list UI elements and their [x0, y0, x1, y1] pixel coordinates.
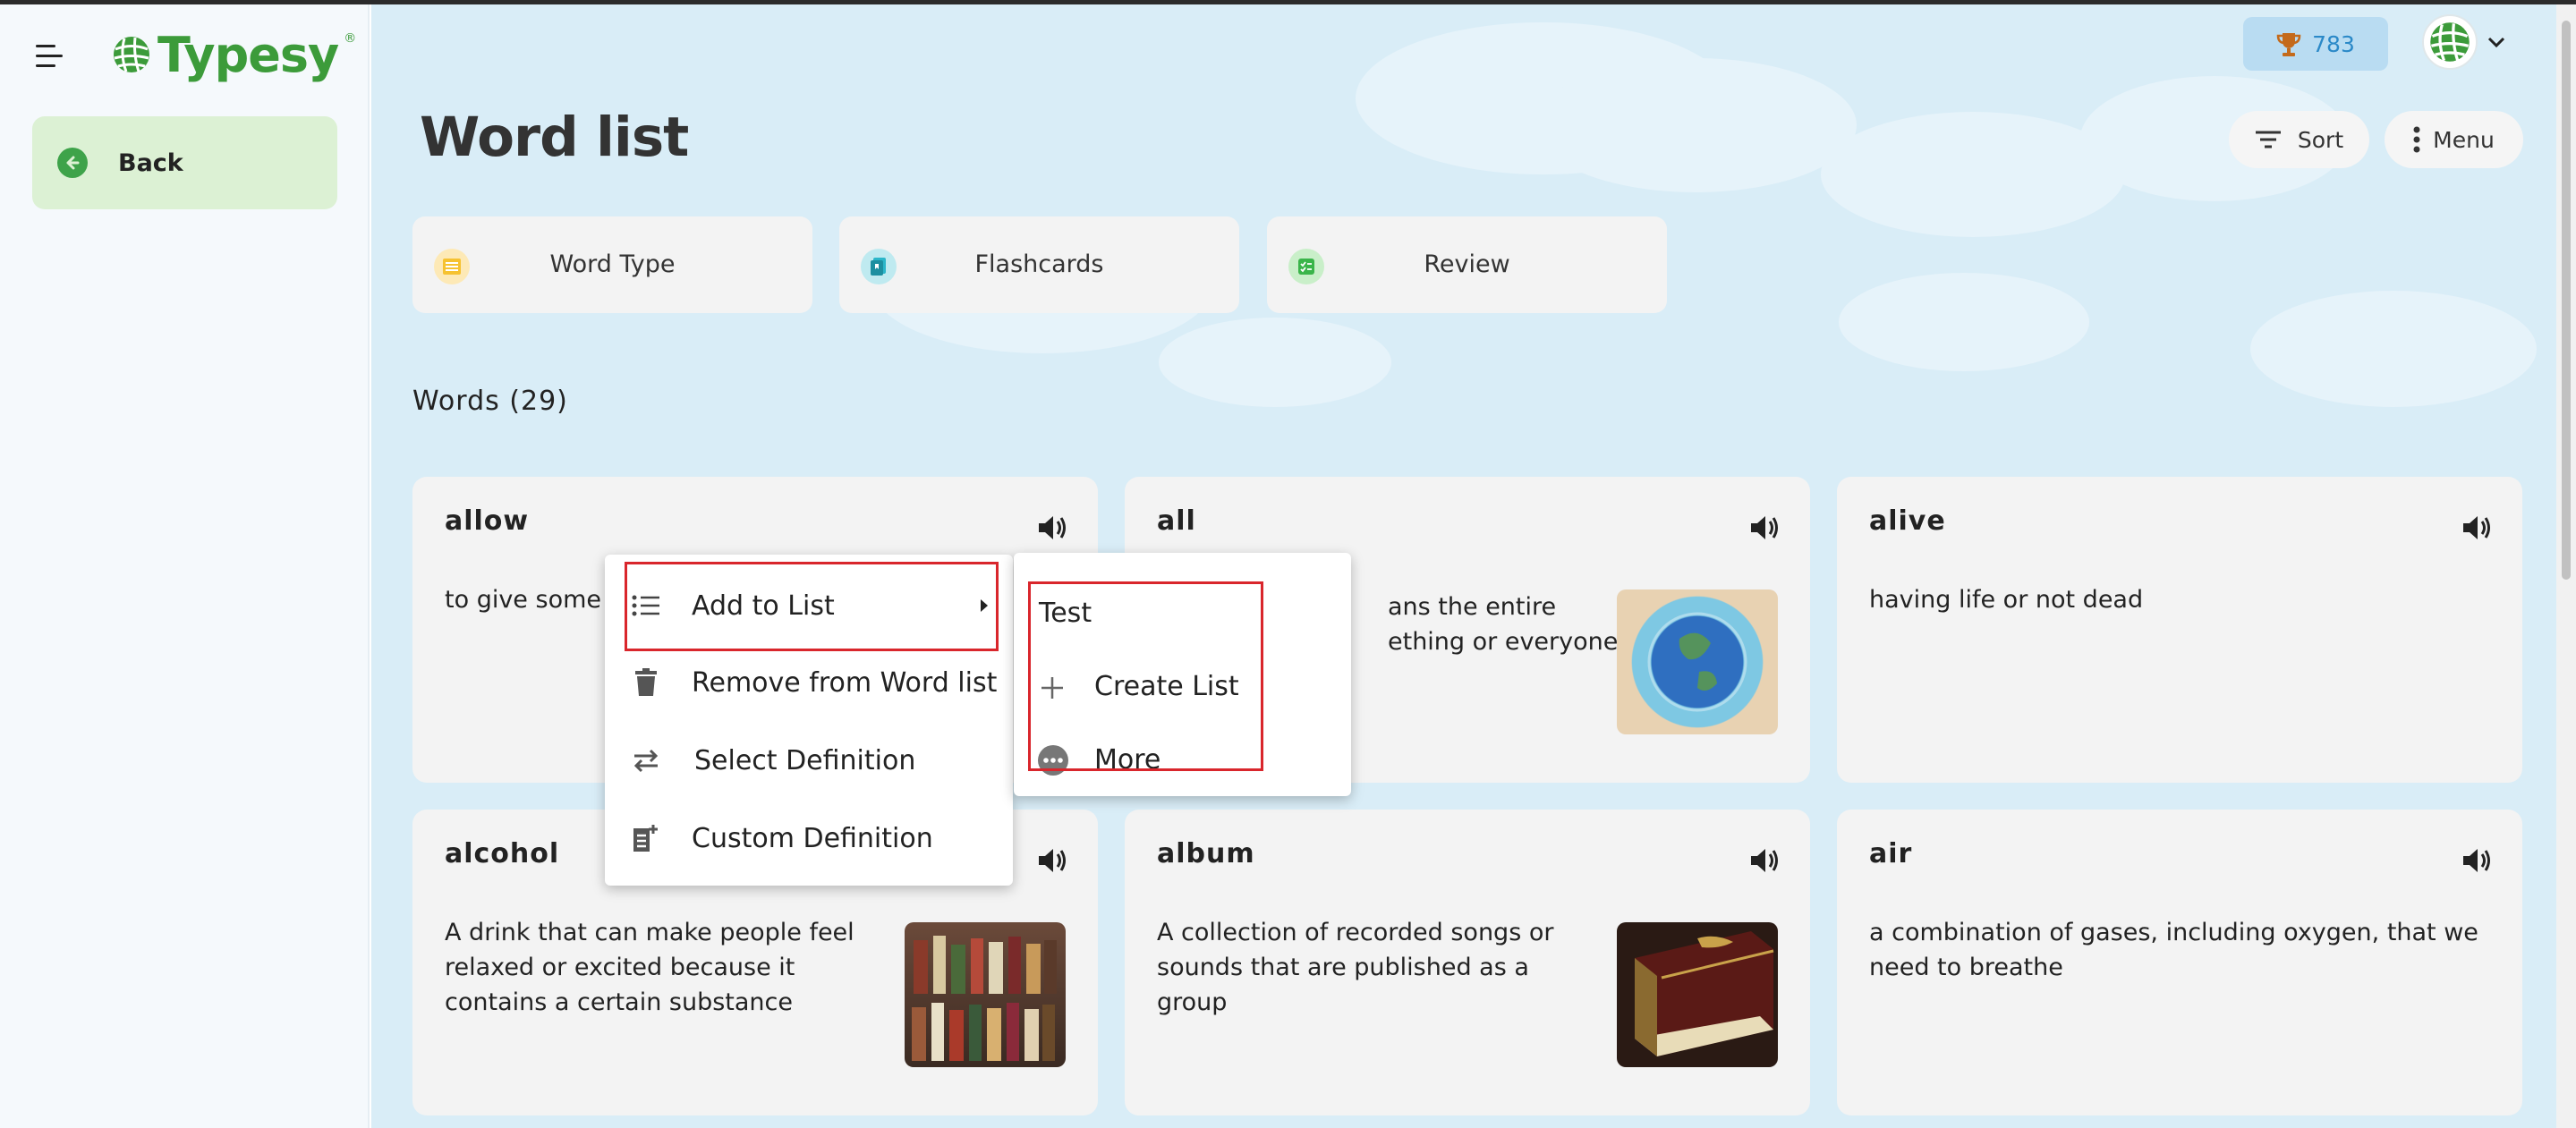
sidebar: Typesy ® Back: [0, 4, 370, 1128]
typesy-logo[interactable]: Typesy ®: [111, 26, 357, 83]
add-to-list-highlight: [625, 562, 999, 651]
background-cloud: [1535, 58, 1857, 192]
speaker-icon[interactable]: [1747, 844, 1781, 878]
sort-icon: [2255, 131, 2281, 148]
page-title: Word list: [420, 106, 689, 169]
hamburger-menu-icon[interactable]: [36, 45, 63, 68]
vertical-scrollbar[interactable]: [2556, 4, 2576, 1128]
remove-from-word-list-label: Remove from Word list: [692, 666, 998, 699]
logo-text: Typesy: [157, 26, 339, 83]
words-count-heading: Words (29): [412, 386, 568, 417]
word-type-label: Word Type: [549, 250, 676, 278]
speaker-icon[interactable]: [1747, 511, 1781, 545]
background-cloud: [2250, 291, 2537, 407]
speaker-icon[interactable]: [2460, 511, 2494, 545]
logo-registered-mark: ®: [344, 31, 357, 46]
card-word: allow: [445, 505, 530, 537]
card-definition: having life or not dead: [1869, 586, 2144, 614]
user-menu[interactable]: [2422, 14, 2506, 70]
trash-icon: [630, 666, 662, 699]
swap-icon: [630, 744, 662, 776]
back-arrow-icon: [57, 148, 88, 178]
avatar: [2422, 14, 2478, 70]
chevron-down-icon: [2487, 37, 2505, 48]
card-definition: A drink that can make people feel relaxe…: [445, 919, 854, 1016]
album-book-image: [1617, 922, 1778, 1067]
select-definition-menu-item[interactable]: Select Definition: [605, 725, 1013, 795]
card-definition-line: ething or everyone: [1388, 628, 1619, 656]
card-definition: a combination of gases, including oxygen…: [1869, 919, 2478, 981]
background-cloud: [1821, 112, 2125, 237]
speaker-icon[interactable]: [1035, 511, 1069, 545]
flashcards-label: Flashcards: [974, 250, 1104, 278]
review-label: Review: [1424, 250, 1510, 278]
card-definition-line: ans the entire: [1388, 593, 1557, 621]
sort-button[interactable]: Sort: [2229, 111, 2369, 168]
typesy-globe-icon: [2430, 22, 2470, 62]
speaker-icon[interactable]: [1035, 844, 1069, 878]
card-word: album: [1157, 838, 1255, 869]
card-word: air: [1869, 838, 1913, 869]
sort-label: Sort: [2297, 126, 2344, 153]
menu-button[interactable]: Menu: [2385, 111, 2523, 168]
card-word: alive: [1869, 505, 1946, 537]
word-type-tile[interactable]: Word Type: [412, 216, 812, 313]
flashcards-tile[interactable]: Flashcards: [839, 216, 1239, 313]
back-button[interactable]: Back: [32, 116, 337, 209]
card-definition: A collection of recorded songs or sounds…: [1157, 919, 1554, 1016]
speaker-icon[interactable]: [2460, 844, 2494, 878]
background-cloud: [1159, 318, 1391, 407]
background-cloud: [1839, 273, 2089, 371]
scrollbar-thumb[interactable]: [2562, 21, 2571, 580]
typesy-globe-icon: [114, 37, 149, 72]
custom-definition-menu-item[interactable]: Custom Definition: [605, 803, 1013, 873]
custom-definition-label: Custom Definition: [692, 822, 933, 854]
points-badge[interactable]: 783: [2243, 17, 2388, 71]
earth-image: [1617, 589, 1778, 734]
custom-definition-icon: [630, 822, 662, 854]
card-word: all: [1157, 505, 1196, 537]
menu-label: Menu: [2433, 126, 2495, 153]
word-card[interactable]: alive having life or not dead: [1837, 477, 2522, 783]
card-word: alcohol: [445, 838, 560, 869]
alcohol-bottles-image: [905, 922, 1066, 1067]
back-label: Back: [118, 148, 183, 177]
submenu-highlight: [1028, 581, 1263, 771]
word-card[interactable]: album A collection of recorded songs or …: [1125, 810, 1810, 1115]
remove-from-word-list-menu-item[interactable]: Remove from Word list: [605, 648, 1013, 717]
points-value: 783: [2312, 30, 2355, 57]
trophy-icon: [2276, 33, 2301, 56]
select-definition-label: Select Definition: [694, 744, 916, 776]
review-tile[interactable]: Review: [1267, 216, 1667, 313]
word-card[interactable]: air a combination of gases, including ox…: [1837, 810, 2522, 1115]
more-vertical-icon: [2413, 126, 2420, 153]
